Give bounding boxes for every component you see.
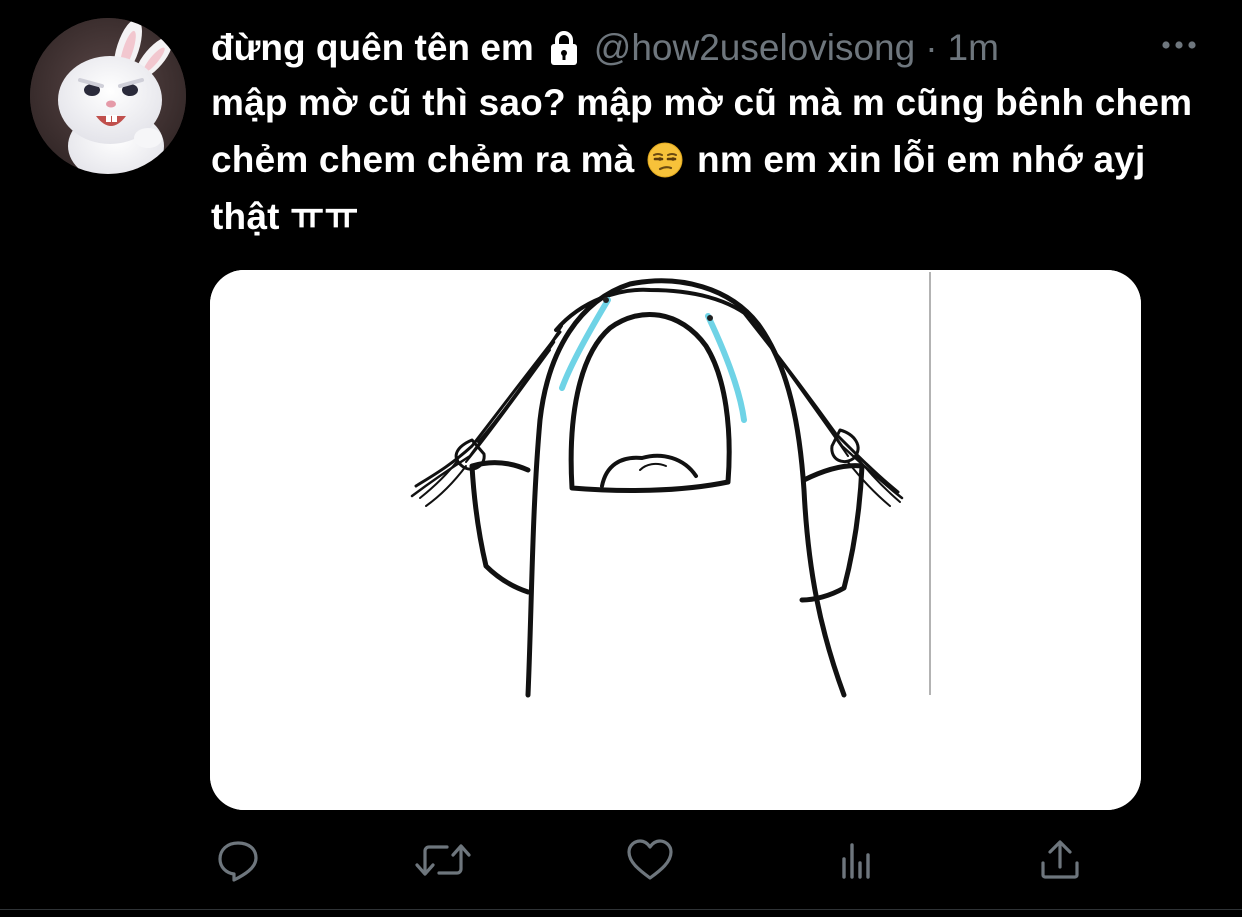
tweet-header: đừng quên tên em @how2uselovisong · 1m <box>211 24 999 72</box>
reply-button[interactable] <box>208 830 268 890</box>
action-bar <box>0 830 1242 890</box>
reply-icon <box>218 841 258 882</box>
white-rabbit-avatar-icon <box>30 18 186 174</box>
like-button[interactable] <box>620 830 680 890</box>
tweet-card[interactable]: đừng quên tên em @how2uselovisong · 1m m… <box>0 0 1242 917</box>
crying-cartoon-drawing-icon <box>210 270 1141 810</box>
user-handle[interactable]: @how2uselovisong <box>594 24 915 72</box>
display-name[interactable]: đừng quên tên em <box>211 24 534 72</box>
share-icon <box>1041 840 1079 879</box>
lock-icon <box>548 29 580 67</box>
analytics-icon <box>842 843 870 879</box>
tweet-text: mập mờ cũ thì sao? mập mờ cũ mà m cũng b… <box>211 74 1211 245</box>
like-icon <box>627 839 673 880</box>
unamused-face-emoji-icon <box>647 137 683 178</box>
avatar[interactable] <box>30 18 186 174</box>
retweet-icon <box>415 844 471 876</box>
tweet-divider <box>0 909 1242 910</box>
analytics-button[interactable] <box>826 830 886 890</box>
retweet-button[interactable] <box>413 830 473 890</box>
separator: · <box>925 27 938 68</box>
more-options-icon[interactable] <box>1158 34 1200 56</box>
timestamp[interactable]: 1m <box>948 24 999 72</box>
share-button[interactable] <box>1030 830 1090 890</box>
tweet-media[interactable] <box>210 270 1141 810</box>
